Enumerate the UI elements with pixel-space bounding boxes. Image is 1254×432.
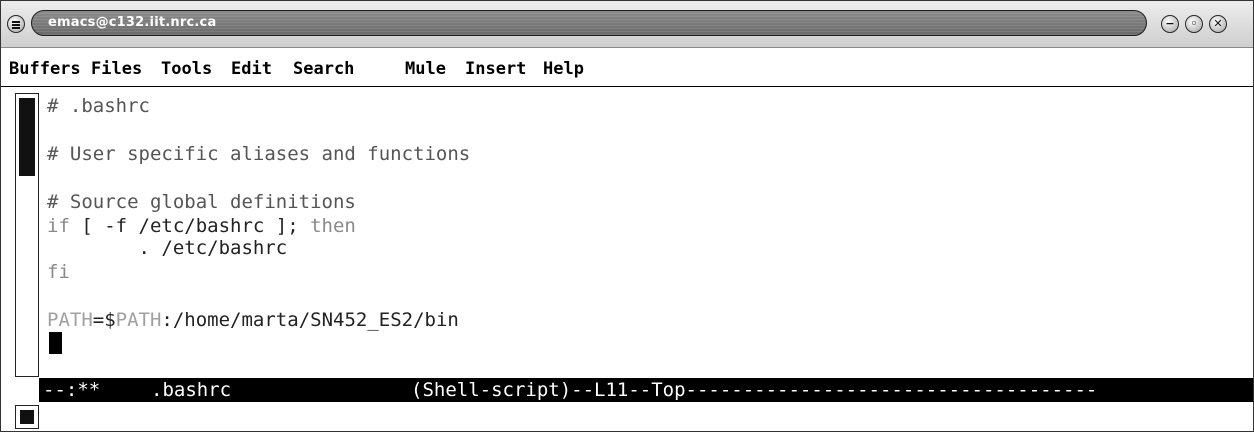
code-line-1: # .bashrc (47, 95, 150, 117)
menu-search[interactable]: Search (293, 59, 354, 79)
path-eq: =$ (92, 309, 116, 331)
modeline-status: --:** (43, 379, 101, 401)
menu-insert[interactable]: Insert (465, 59, 526, 79)
minimize-icon: − (1165, 17, 1175, 30)
code-line-8: fi (47, 261, 70, 283)
code-line-7: . /etc/bashrc (47, 237, 288, 259)
menu-bar: Buffers Files Tools Edit Search Mule Ins… (1, 53, 1253, 87)
code-line-3: # User specific aliases and functions (47, 143, 471, 165)
keyword-then: then (310, 215, 356, 237)
code-line-10: PATH=$PATH:/home/marta/SN452_ES2/bin (47, 308, 459, 332)
var-path-ref: PATH (115, 309, 162, 331)
code-line-5: # Source global definitions (47, 191, 356, 213)
minibuffer-thumb (20, 410, 34, 424)
window-menu-icon[interactable] (7, 15, 25, 33)
vertical-scrollbar[interactable] (15, 93, 39, 377)
menu-help[interactable]: Help (543, 59, 584, 79)
minibuffer-scrollbar[interactable] (15, 405, 39, 429)
code-line-6: if [ -f /etc/bashrc ]; then (47, 214, 356, 238)
close-icon: ✕ (1213, 17, 1223, 30)
text-cursor (49, 332, 62, 354)
title-bar: emacs@c132.iit.nrc.ca − ◦ ✕ (1, 1, 1253, 48)
mode-line[interactable]: --:** .bashrc (Shell-script)--L11--Top--… (39, 378, 1253, 402)
minibuffer[interactable] (1, 403, 1253, 431)
keyword-if: if (47, 215, 70, 237)
if-condition: [ -f /etc/bashrc ]; (69, 215, 311, 237)
title-pill[interactable]: emacs@c132.iit.nrc.ca (31, 10, 1147, 36)
maximize-button[interactable]: ◦ (1185, 15, 1203, 33)
menu-buffers[interactable]: Buffers (9, 59, 81, 79)
modeline-buffer-name: .bashrc (151, 379, 232, 401)
editor-buffer[interactable]: # .bashrc # User specific aliases and fu… (1, 87, 1253, 377)
minimize-button[interactable]: − (1161, 15, 1179, 33)
modeline-mode-info: (Shell-script)--L11--Top----------------… (411, 379, 1098, 401)
var-path: PATH (47, 309, 93, 331)
menu-tools[interactable]: Tools (161, 59, 212, 79)
menu-mule[interactable]: Mule (405, 59, 446, 79)
window-title: emacs@c132.iit.nrc.ca (48, 15, 217, 30)
path-value: :/home/marta/SN452_ES2/bin (161, 309, 459, 331)
emacs-window: emacs@c132.iit.nrc.ca − ◦ ✕ Buffers File… (0, 0, 1254, 432)
menu-edit[interactable]: Edit (231, 59, 272, 79)
maximize-icon: ◦ (1190, 17, 1198, 30)
close-button[interactable]: ✕ (1209, 15, 1227, 33)
scrollbar-thumb[interactable] (19, 98, 35, 176)
menu-files[interactable]: Files (91, 59, 142, 79)
